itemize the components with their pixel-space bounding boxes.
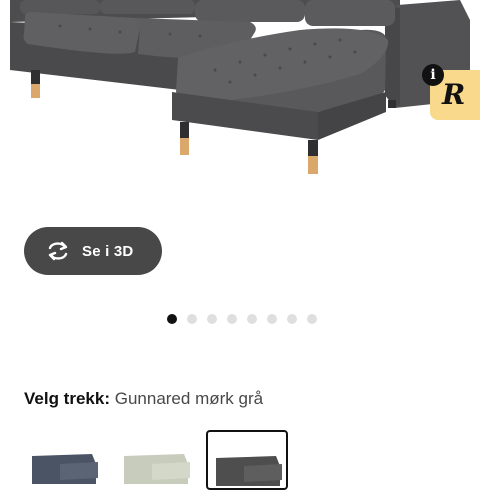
view-3d-label: Se i 3D <box>82 242 134 260</box>
rating-badge[interactable]: i R <box>422 64 480 120</box>
sofa-thumbnail <box>124 454 190 484</box>
pagination-dot[interactable] <box>187 314 197 324</box>
cover-label: Velg trekk: <box>24 389 110 408</box>
cover-selection: Velg trekk: Gunnared mørk grå <box>24 389 263 409</box>
sofa-illustration <box>10 0 470 174</box>
info-icon[interactable]: i <box>422 64 444 86</box>
pagination-dot[interactable] <box>207 314 217 324</box>
view-3d-button[interactable]: Se i 3D <box>24 227 162 275</box>
pagination-dot[interactable] <box>247 314 257 324</box>
pagination-dot[interactable] <box>227 314 237 324</box>
cover-option-dark-grey[interactable] <box>206 430 288 490</box>
gallery-pagination <box>167 314 317 324</box>
rotate-arrows-icon <box>44 239 72 263</box>
sofa-thumbnail <box>216 456 282 486</box>
pagination-dot[interactable] <box>307 314 317 324</box>
pagination-dot[interactable] <box>287 314 297 324</box>
cover-option-blue[interactable] <box>24 430 106 490</box>
product-image[interactable] <box>0 0 480 232</box>
cover-option-light-green[interactable] <box>116 430 198 490</box>
brand-logo-icon: R <box>442 78 466 111</box>
pagination-dot[interactable] <box>267 314 277 324</box>
cover-value: Gunnared mørk grå <box>114 389 264 408</box>
sofa-thumbnail <box>32 454 98 484</box>
pagination-dot[interactable] <box>167 314 177 324</box>
